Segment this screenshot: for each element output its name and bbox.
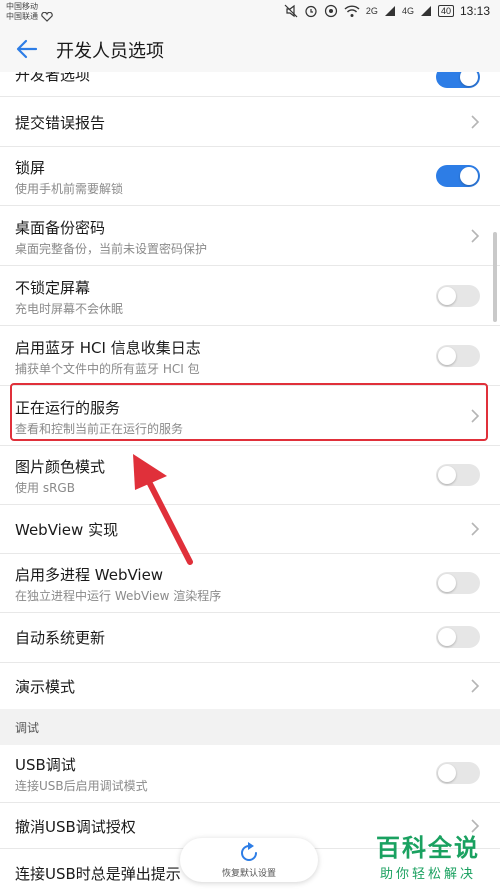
list-item-usb-debugging[interactable]: USB调试 连接USB后启用调试模式 — [0, 745, 500, 803]
list-item-auto-system-update[interactable]: 自动系统更新 — [0, 613, 500, 663]
developer-options-toggle[interactable] — [436, 72, 480, 88]
bluetooth-hci-toggle[interactable] — [436, 345, 480, 367]
item-subtitle: 使用手机前需要解锁 — [15, 182, 124, 196]
network-label-2: 4G — [401, 6, 414, 16]
lock-screen-toggle[interactable] — [436, 165, 480, 187]
item-subtitle: 充电时屏幕不会休眠 — [15, 302, 124, 316]
auto-update-toggle[interactable] — [436, 626, 480, 648]
list-item-lock-screen[interactable]: 锁屏 使用手机前需要解锁 — [0, 147, 500, 206]
item-title: 自动系统更新 — [15, 629, 106, 647]
clock: 13:13 — [459, 4, 490, 18]
list-item-bluetooth-hci-log[interactable]: 启用蓝牙 HCI 信息收集日志 捕获单个文件中的所有蓝牙 HCI 包 — [0, 326, 500, 386]
carrier-1: 中国移动 — [6, 2, 38, 11]
item-title: 撤消USB调试授权 — [15, 818, 136, 836]
item-title: 连接USB时总是弹出提示 — [15, 865, 181, 883]
refresh-icon — [241, 842, 257, 861]
item-title: 启用蓝牙 HCI 信息收集日志 — [15, 339, 201, 357]
mute-icon — [284, 4, 298, 18]
carrier-info: 中国移动 中国联通 — [6, 2, 53, 22]
list-item-stay-awake[interactable]: 不锁定屏幕 充电时屏幕不会休眠 — [0, 266, 500, 326]
pointer-arrow-icon — [133, 454, 193, 565]
item-subtitle: 在独立进程中运行 WebView 渲染程序 — [15, 589, 222, 603]
item-title: 图片颜色模式 — [15, 458, 106, 476]
section-label: 调试 — [15, 721, 40, 735]
list-item-multiprocess-webview[interactable]: 启用多进程 WebView 在独立进程中运行 WebView 渲染程序 — [0, 554, 500, 613]
item-title: 锁屏 — [15, 159, 46, 177]
highlight-box — [10, 383, 488, 441]
multiprocess-webview-toggle[interactable] — [436, 572, 480, 594]
page-title: 开发人员选项 — [56, 41, 164, 62]
carrier-2: 中国联通 — [6, 12, 38, 21]
item-subtitle: 桌面完整备份，当前未设置密码保护 — [15, 242, 208, 256]
item-subtitle: 捕获单个文件中的所有蓝牙 HCI 包 — [15, 362, 200, 376]
item-subtitle: 使用 sRGB — [15, 481, 75, 495]
chevron-right-icon — [471, 115, 480, 129]
list-item-picture-color-mode[interactable]: 图片颜色模式 使用 sRGB — [0, 446, 500, 505]
back-arrow-icon[interactable] — [14, 36, 40, 62]
item-title: 开发者选项 — [15, 72, 91, 84]
signal-icon — [384, 6, 395, 16]
item-title: 桌面备份密码 — [15, 219, 106, 237]
list-item-webview-implementation[interactable]: WebView 实现 — [0, 505, 500, 554]
signal-icon-2 — [420, 6, 431, 16]
item-title: USB调试 — [15, 756, 76, 774]
list-item-desktop-backup-password[interactable]: 桌面备份密码 桌面完整备份，当前未设置密码保护 — [0, 206, 500, 266]
settings-list: 开发者选项 提交错误报告 锁屏 使用手机前需要解锁 桌面备份密码 桌面完整备份，… — [0, 72, 500, 890]
watermark-title: 百科全说 — [376, 834, 480, 862]
status-bar: 中国移动 中国联通 2G 4G 40 13:13 — [0, 0, 500, 26]
status-icons: 2G 4G 40 13:13 — [284, 4, 490, 18]
app-bar: 开发人员选项 — [0, 26, 500, 72]
section-header-debug: 调试 — [0, 709, 500, 745]
usb-debugging-toggle[interactable] — [436, 762, 480, 784]
item-title: 演示模式 — [15, 678, 76, 696]
watermark: 百科全说 助你轻松解决 — [372, 828, 484, 882]
chevron-right-icon — [471, 522, 480, 536]
battery-icon: 40 — [437, 5, 454, 17]
list-item-submit-bug-report[interactable]: 提交错误报告 — [0, 97, 500, 147]
chevron-right-icon — [471, 679, 480, 693]
heart-icon — [41, 12, 53, 22]
item-title: 不锁定屏幕 — [15, 279, 91, 297]
network-label-1: 2G — [365, 6, 378, 16]
list-item-developer-options[interactable]: 开发者选项 — [0, 72, 500, 97]
item-subtitle: 连接USB后启用调试模式 — [15, 779, 148, 793]
watermark-subtitle: 助你轻松解决 — [379, 867, 476, 882]
eye-icon — [324, 4, 338, 18]
restore-default-label: 恢复默认设置 — [221, 869, 276, 879]
scrollbar[interactable] — [493, 232, 497, 322]
item-title: WebView 实现 — [15, 521, 119, 539]
restore-default-button[interactable]: 恢复默认设置 — [180, 838, 318, 882]
alarm-icon — [305, 5, 317, 18]
list-item-demo-mode[interactable]: 演示模式 — [0, 663, 500, 709]
chevron-right-icon — [471, 229, 480, 243]
color-mode-toggle[interactable] — [436, 464, 480, 486]
wifi-icon — [344, 5, 360, 17]
item-title: 启用多进程 WebView — [15, 566, 164, 584]
stay-awake-toggle[interactable] — [436, 285, 480, 307]
item-title: 提交错误报告 — [15, 114, 106, 132]
